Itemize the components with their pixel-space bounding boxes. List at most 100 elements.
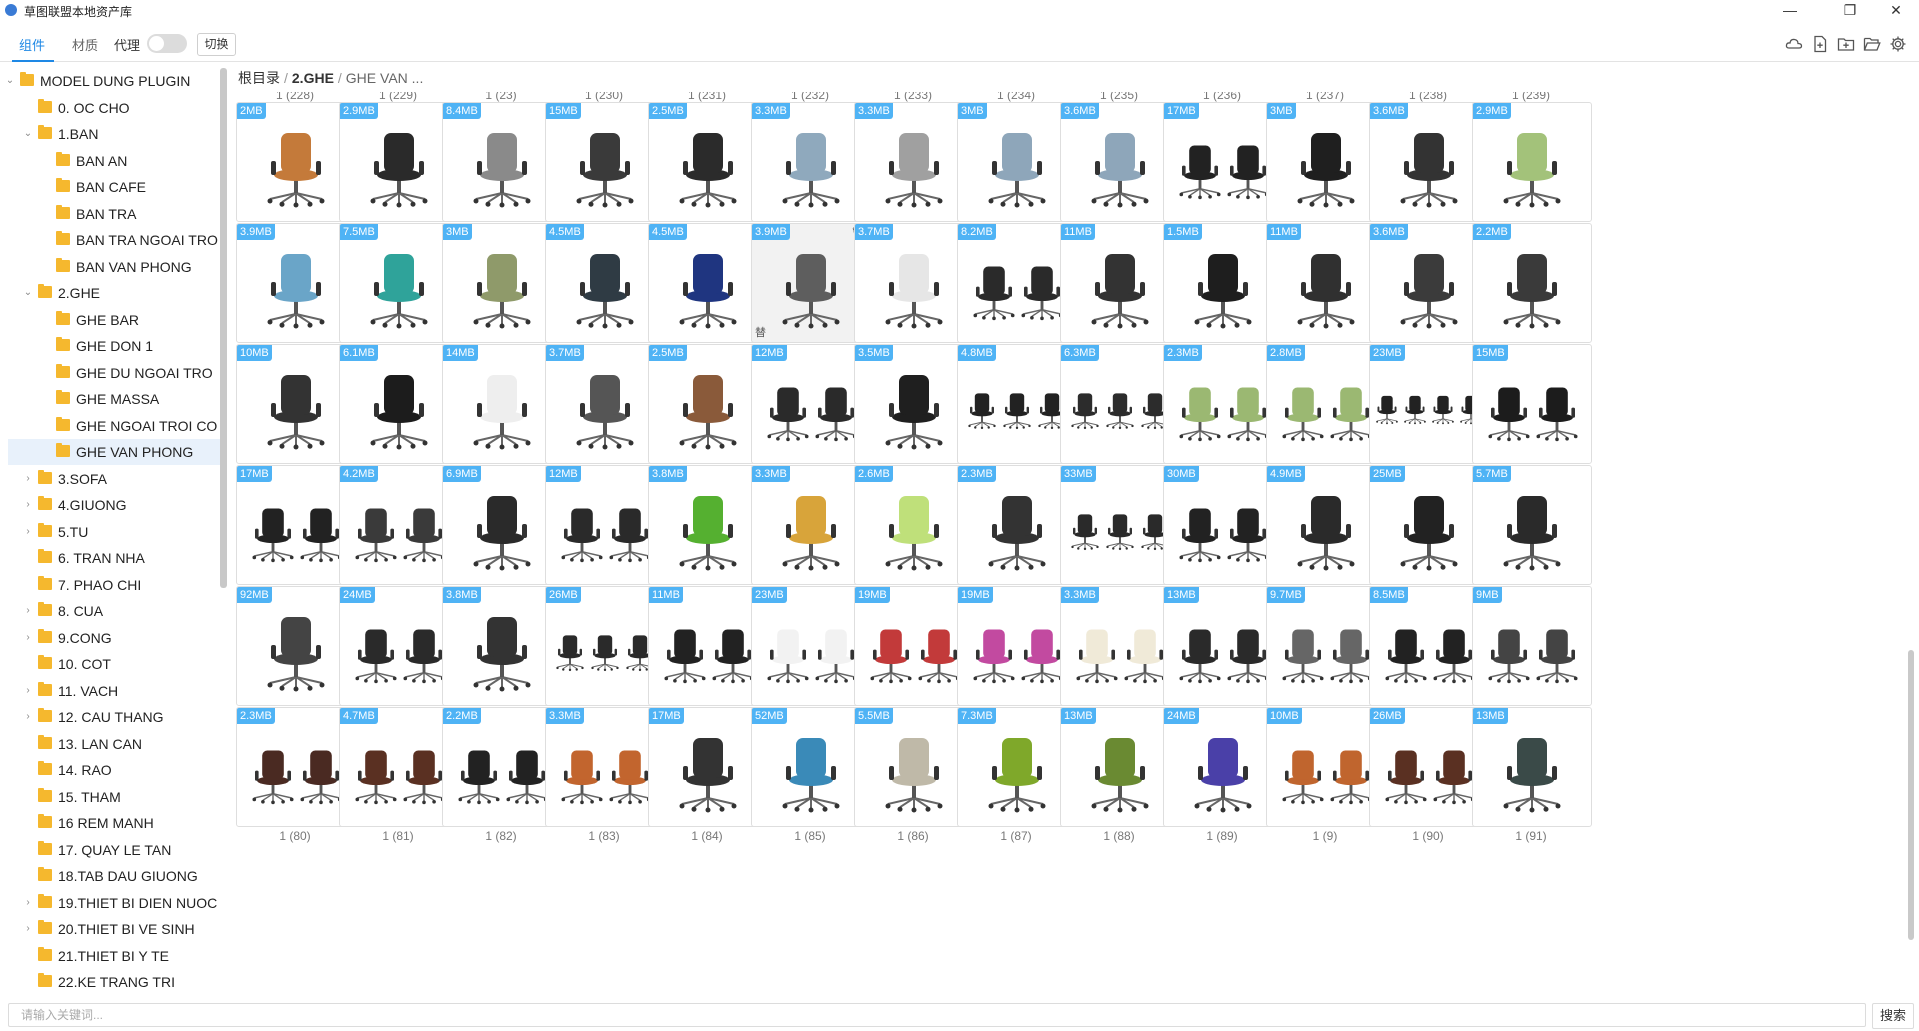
search-button[interactable]: 搜索	[1872, 1003, 1914, 1029]
tree-item[interactable]: GHE MASSA	[8, 386, 221, 412]
asset-card[interactable]: 1.5MB	[1163, 223, 1283, 343]
asset-card[interactable]: 4.5MB	[648, 223, 768, 343]
tree-item[interactable]: › 4.GIUONG	[8, 492, 221, 518]
asset-card[interactable]: 12MB	[751, 344, 871, 464]
asset-card[interactable]: 15MB	[1472, 344, 1592, 464]
sidebar-scrollbar[interactable]	[220, 68, 227, 588]
tree-item[interactable]: › 20.THIET BI VE SINH	[8, 916, 221, 942]
tree-item[interactable]: 23.KE TIVI	[8, 996, 221, 1000]
maximize-button[interactable]: ❐	[1830, 0, 1870, 22]
tree-item[interactable]: 16 REM MANH	[8, 810, 221, 836]
asset-card[interactable]: 11MB	[648, 586, 768, 706]
new-file-icon[interactable]	[1811, 35, 1829, 53]
tree-item[interactable]: BAN AN	[8, 148, 221, 174]
asset-card[interactable]: 19MB	[957, 586, 1077, 706]
chevron-right-icon[interactable]: ›	[22, 519, 34, 545]
chevron-right-icon[interactable]: ›	[22, 916, 34, 942]
chevron-right-icon[interactable]: ›	[22, 678, 34, 704]
tree-item[interactable]: › 11. VACH	[8, 678, 221, 704]
tree-item[interactable]: GHE VAN PHONG	[8, 439, 221, 465]
chevron-down-icon[interactable]: ⌄	[22, 121, 34, 147]
add-folder-icon[interactable]	[1837, 35, 1855, 53]
proxy-toggle[interactable]	[147, 34, 187, 53]
search-input[interactable]	[8, 1003, 1866, 1027]
tree-item[interactable]: GHE BAR	[8, 307, 221, 333]
asset-card[interactable]: 2MB	[236, 102, 356, 222]
tree-item[interactable]: GHE DU NGOAI TRO	[8, 360, 221, 386]
asset-card[interactable]: 3.6MB	[1060, 102, 1180, 222]
asset-card[interactable]: 3.5MB	[854, 344, 974, 464]
asset-card[interactable]: 7.5MB	[339, 223, 459, 343]
tree-item[interactable]: ⌄ 2.GHE	[8, 280, 221, 306]
chevron-down-icon[interactable]: ⌄	[22, 280, 34, 306]
asset-card[interactable]: 92MB	[236, 586, 356, 706]
tree-item[interactable]: 21.THIET BI Y TE	[8, 943, 221, 969]
tree-item[interactable]: › 19.THIET BI DIEN NUOC	[8, 890, 221, 916]
cloud-icon[interactable]	[1785, 35, 1803, 53]
asset-card[interactable]: 6.1MB	[339, 344, 459, 464]
tree-item[interactable]: ⌄ MODEL DUNG PLUGIN	[8, 68, 221, 94]
tree-item[interactable]: ⌄ 1.BAN	[8, 121, 221, 147]
asset-card[interactable]: 9MB	[1472, 586, 1592, 706]
tab-materials[interactable]: 材质	[72, 35, 98, 54]
tree-item[interactable]: 10. COT	[8, 651, 221, 677]
asset-card[interactable]: 9.7MB	[1266, 586, 1386, 706]
asset-card[interactable]: 6.3MB	[1060, 344, 1180, 464]
asset-card[interactable]: 6.9MB	[442, 465, 562, 585]
asset-card[interactable]: 4.8MB	[957, 344, 1077, 464]
settings-icon[interactable]	[1889, 35, 1907, 53]
asset-card[interactable]: 3MB	[442, 223, 562, 343]
asset-card[interactable]: 23MB	[1369, 344, 1489, 464]
asset-card[interactable]: 2.2MB	[1472, 223, 1592, 343]
asset-card[interactable]: 3.3MB	[751, 102, 871, 222]
asset-card[interactable]: 2.5MB	[648, 102, 768, 222]
asset-card[interactable]: 3.6MB	[1369, 223, 1489, 343]
asset-card[interactable]: 4.5MB	[545, 223, 665, 343]
asset-card[interactable]: 3.8MB	[442, 586, 562, 706]
tree-item[interactable]: › 8. CUA	[8, 598, 221, 624]
asset-card[interactable]: 3.3MB	[751, 465, 871, 585]
chevron-right-icon[interactable]: ›	[22, 466, 34, 492]
asset-card[interactable]: 3.9MB🗑☆替	[751, 223, 871, 343]
tree-item[interactable]: 14. RAO	[8, 757, 221, 783]
breadcrumb-parent[interactable]: 2.GHE	[292, 70, 334, 86]
chevron-right-icon[interactable]: ›	[22, 890, 34, 916]
asset-card[interactable]: 4.2MB	[339, 465, 459, 585]
asset-card[interactable]: 10MB	[1266, 707, 1386, 827]
asset-card[interactable]: 3.3MB	[545, 707, 665, 827]
main-scrollbar[interactable]	[1908, 650, 1914, 940]
asset-card[interactable]: 17MB	[236, 465, 356, 585]
asset-card[interactable]: 52MB	[751, 707, 871, 827]
asset-card[interactable]: 8.4MB	[442, 102, 562, 222]
asset-card[interactable]: 3.8MB	[648, 465, 768, 585]
asset-card[interactable]: 5.5MB	[854, 707, 974, 827]
chevron-right-icon[interactable]: ›	[22, 625, 34, 651]
asset-card[interactable]: 3.9MB	[236, 223, 356, 343]
close-button[interactable]: ✕	[1876, 0, 1916, 22]
tree-item[interactable]: › 9.CONG	[8, 625, 221, 651]
asset-card[interactable]: 15MB	[545, 102, 665, 222]
asset-card[interactable]: 33MB	[1060, 465, 1180, 585]
asset-card[interactable]: 3.7MB	[545, 344, 665, 464]
tree-item[interactable]: › 12. CAU THANG	[8, 704, 221, 730]
asset-card[interactable]: 7.3MB	[957, 707, 1077, 827]
asset-card[interactable]: 23MB	[751, 586, 871, 706]
tab-components[interactable]: 组件	[19, 35, 45, 54]
asset-card[interactable]: 2.8MB	[1266, 344, 1386, 464]
asset-card[interactable]: 2.6MB	[854, 465, 974, 585]
minimize-button[interactable]: —	[1770, 0, 1810, 22]
asset-card[interactable]: 17MB	[648, 707, 768, 827]
asset-card[interactable]: 11MB	[1060, 223, 1180, 343]
asset-card[interactable]: 19MB	[854, 586, 974, 706]
asset-card[interactable]: 12MB	[545, 465, 665, 585]
asset-card[interactable]: 10MB	[236, 344, 356, 464]
tree-item[interactable]: › 5.TU	[8, 519, 221, 545]
asset-card[interactable]: 3.6MB	[1369, 102, 1489, 222]
asset-card[interactable]: 3MB	[1266, 102, 1386, 222]
chevron-down-icon[interactable]: ⌄	[8, 68, 16, 94]
asset-card[interactable]: 3.7MB	[854, 223, 974, 343]
asset-card[interactable]: 13MB	[1472, 707, 1592, 827]
asset-card[interactable]: 3.3MB	[1060, 586, 1180, 706]
asset-card[interactable]: 4.9MB	[1266, 465, 1386, 585]
asset-card[interactable]: 2.5MB	[648, 344, 768, 464]
